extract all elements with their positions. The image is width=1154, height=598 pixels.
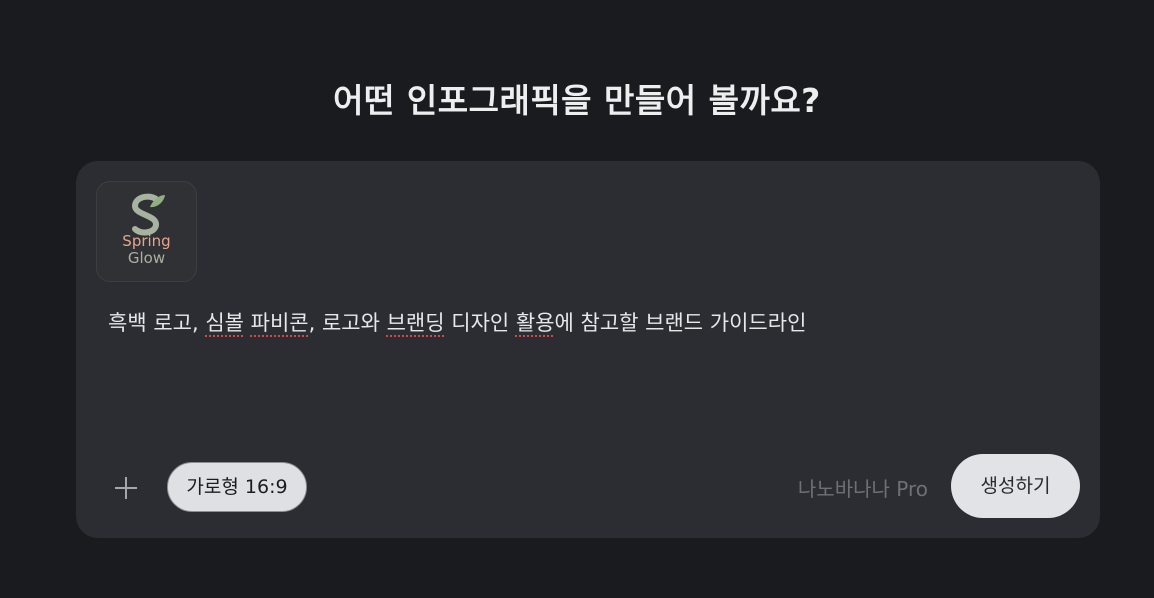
prompt-input[interactable]: 흑백 로고, 심볼 파비콘, 로고와 브랜딩 디자인 활용에 참고할 브랜드 가… bbox=[108, 307, 806, 337]
prompt-panel: Spring Glow 흑백 로고, 심볼 파비콘, 로고와 브랜딩 디자인 활… bbox=[76, 161, 1100, 538]
spellcheck-word: 활용 bbox=[515, 311, 555, 335]
logo-text-glow: Glow bbox=[127, 249, 166, 267]
model-selector[interactable]: 나노바나나 Pro bbox=[798, 473, 928, 502]
add-attachment-button[interactable] bbox=[110, 472, 142, 504]
spellcheck-word: 브랜딩 bbox=[386, 311, 445, 335]
prompt-text-segment: 흑백 로고, bbox=[108, 311, 206, 335]
spellcheck-word: 심볼 bbox=[205, 311, 244, 335]
prompt-text-segment: , 로고와 bbox=[308, 311, 387, 335]
plus-icon bbox=[115, 477, 137, 499]
attachment-thumbnail[interactable]: Spring Glow bbox=[96, 181, 197, 282]
spellcheck-word: 파비콘 bbox=[250, 311, 309, 335]
prompt-text-segment bbox=[244, 311, 251, 335]
prompt-text-segment: 디자인 bbox=[444, 311, 516, 335]
aspect-ratio-chip[interactable]: 가로형 16:9 bbox=[167, 462, 307, 512]
logo-text-spring: Spring bbox=[122, 232, 171, 250]
generate-button[interactable]: 생성하기 bbox=[951, 454, 1080, 518]
prompt-text-segment: 에 참고할 브랜드 가이드라인 bbox=[554, 311, 807, 335]
page-title: 어떤 인포그래픽을 만들어 볼까요? bbox=[333, 81, 821, 120]
page: 어떤 인포그래픽을 만들어 볼까요? Spring Glow 흑백 로고, 심볼… bbox=[0, 0, 1154, 598]
